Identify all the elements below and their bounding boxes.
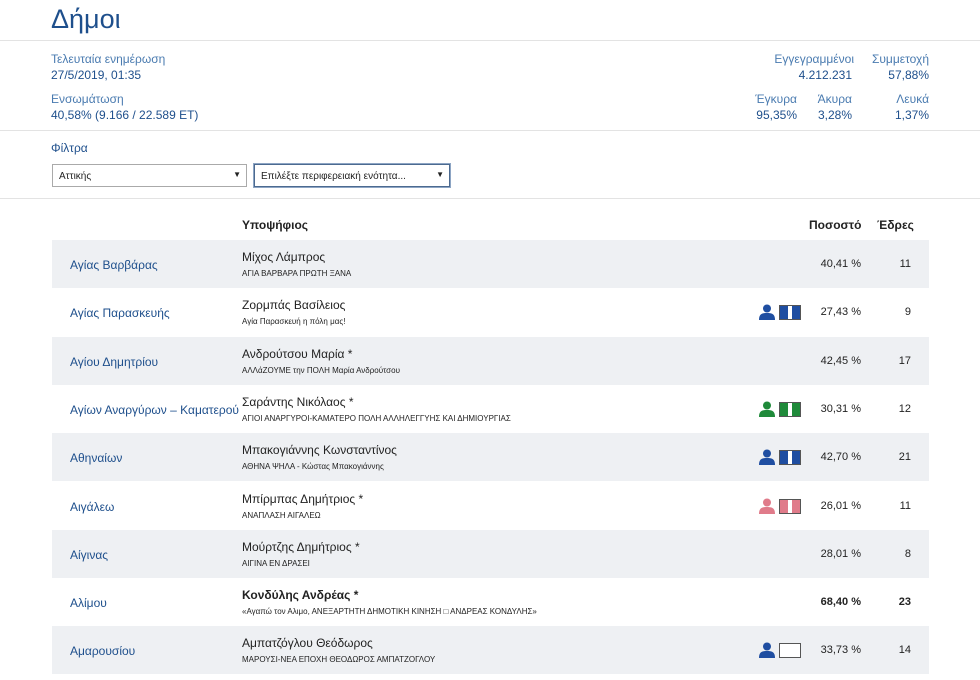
registered-label: Εγγεγραμμένοι [774,52,854,66]
valid-label: Έγκυρα [755,92,797,106]
party-flag-icon [779,498,801,514]
municipality-link[interactable]: Αλίμου [70,596,107,610]
table-row[interactable]: Αγίου Δημητρίου Ανδρούτσου Μαρία * ΑΛΛάΖΟΥ… [52,336,929,385]
seats-value: 17 [898,354,911,367]
party-name: ΜΑΡΟΥΣΙ-ΝΕΑ ΕΠΟΧΗ ΘΕΟΔΩΡΟΣ ΑΜΠΑΤΖΟΓΛΟΥ [242,655,436,665]
party-flag-icon [779,450,801,466]
blank-value: 1,37% [894,108,929,122]
last-update-value: 27/5/2019, 01:35 [51,68,142,82]
percent-value: 68,40 % [820,596,861,609]
table-row[interactable]: Αμαρουσίου Αμπατζόγλου Θεόδωρος ΜΑΡΟΥΣΙ-ΝΕ… [52,626,929,675]
candidate-name: Μίχος Λάμπρος [242,250,326,264]
divider [0,130,980,131]
party-name: ΑΙΓΙΝΑ ΕΝ ΔΡΑΣΕΙ [242,558,310,568]
party-name: «Αγαπώ τον Αλιμο, ΑΝΕΞΑΡΤΗΤΗ ΔΗΜΟΤΙΚΗ ΚΙ… [242,607,537,617]
candidate-name: Μπακογιάννης Κωνσταντίνος [242,443,397,458]
divider [0,198,980,199]
seats-value: 9 [904,306,911,319]
person-icon [759,401,775,417]
valid-value: 95,35% [756,108,797,122]
percent-value: 42,70 % [820,451,861,464]
party-flag-icon [779,401,801,417]
integration-label: Ενσωμάτωση [51,92,124,106]
person-icon [759,449,775,466]
municipality-link[interactable]: Αγίων Αναργύρων – Καματερού [70,403,239,417]
party-name: ΑΓΙΟΙ ΑΝΑΡΓΥΡΟΙ-ΚΑΜΑΤΕΡΟ ΠΟΛΗ ΑΛΛΗΛΕΓΓΥΗ… [242,413,511,423]
party-name: ΑΘΗΝΑ ΨΗΛΑ - Κώστας Μπακογιάννης [242,462,384,472]
candidate-name: Σαράντης Νικόλαος * [242,394,354,409]
column-header-seats: Έδρες [877,218,914,232]
candidate-name: Αμπατζόγλου Θεόδωρος [242,636,373,651]
table-row[interactable]: Αίγινας Μούρτζης Δημήτριος * ΑΙΓΙΝΑ ΕΝ ΔΡΑ… [52,529,929,578]
candidate-name: Κονδύλης Ανδρέας * [242,588,359,603]
candidate-name: Μούρτζης Δημήτριος * [242,539,360,554]
municipality-link[interactable]: Αγίου Δημητρίου [70,355,158,369]
candidate-name: Ανδρούτσου Μαρία * [242,346,353,361]
table-row[interactable]: Αθηναίων Μπακογιάννης Κωνσταντίνος ΑΘΗΝΑ Ψ… [52,433,929,482]
percent-value: 42,45 % [820,354,861,367]
seats-value: 23 [898,596,911,609]
column-header-candidate: Υποψήφιος [242,218,309,232]
seats-value: 11 [899,499,911,512]
region-select-value: Αττικής [59,171,92,182]
integration-value: 40,58% (9.166 / 22.589 ΕΤ) [51,108,199,122]
seats-value: 14 [898,644,911,657]
registered-value: 4.212.231 [798,68,852,82]
regional-unit-select[interactable]: Επιλέξτε περιφερειακή ενότητα... ▼ [254,164,450,187]
person-icon [759,498,775,514]
percent-value: 33,73 % [820,644,861,657]
candidate-name: Ζορμπάς Βασίλειος [242,298,346,313]
party-flag-icon [779,643,801,659]
invalid-label: Άκυρα [817,92,852,106]
party-name: ΑΝΑΠΛΑΣΗ ΑΙΓΑΛΕΩ [242,510,321,520]
percent-value: 26,01 % [820,499,861,512]
seats-value: 21 [898,451,911,464]
table-row[interactable]: Αιγάλεω Μπίρμπας Δημήτριος * ΑΝΑΠΛΑΣΗ ΑΙΓΑ… [52,482,929,530]
percent-value: 27,43 % [820,306,861,319]
seats-value: 8 [904,547,911,560]
turnout-value: 57,88% [888,68,929,82]
table-row[interactable]: Αγίας Παρασκευής Ζορμπάς Βασίλειος Αγία Πα… [52,288,929,336]
last-update-label: Τελευταία ενημέρωση [51,52,166,66]
table-row[interactable]: Αγίων Αναργύρων – Καματερού Σαράντης Νικό… [52,385,929,433]
party-name: Αγία Παρασκευή η πόλη μας! [242,317,346,327]
table-row[interactable]: Αλίμου Κονδύλης Ανδρέας * «Αγαπώ τον Αλιμο… [52,578,929,626]
municipality-link[interactable]: Αθηναίων [70,451,122,465]
regional-unit-select-value: Επιλέξτε περιφερειακή ενότητα... [261,171,406,182]
seats-value: 12 [898,402,911,415]
blank-label: Λευκά [896,92,929,106]
municipality-link[interactable]: Αγίας Παρασκευής [70,306,170,320]
invalid-value: 3,28% [817,108,852,122]
party-name: ΑΓΙΑ ΒΑΡΒΑΡΑ ΠΡΩΤΗ ΞΑΝΑ [242,269,352,278]
candidate-name: Μπίρμπας Δημήτριος * [242,491,364,506]
percent-value: 40,41 % [820,258,861,270]
turnout-label: Συμμετοχή [871,52,929,66]
person-icon [759,642,775,659]
divider [0,40,980,41]
municipality-link[interactable]: Αγίας Βαρβάρας [70,258,158,272]
party-name: ΑΛΛάΖΟΥΜΕ την ΠΟΛΗ Μαρία Ανδρούτσου [242,365,400,375]
municipality-link[interactable]: Αίγινας [70,548,108,562]
percent-value: 30,31 % [820,402,861,415]
percent-value: 28,01 % [820,547,861,560]
municipality-link[interactable]: Αιγάλεω [70,500,114,514]
filters-label: Φίλτρα [51,141,88,155]
dropdown-arrow-icon: ▼ [233,170,241,179]
page-title: Δήμοι [51,4,121,34]
table-row[interactable]: Αγίας Βαρβάρας Μίχος Λάμπρος ΑΓΙΑ ΒΑΡΒΑΡΑ … [52,240,929,288]
municipality-link[interactable]: Αμαρουσίου [70,644,135,658]
person-icon [759,304,775,321]
region-select[interactable]: Αττικής ▼ [52,164,247,187]
dropdown-arrow-icon: ▼ [436,170,444,179]
seats-value: 11 [899,258,911,270]
column-header-percent: Ποσοστό [809,218,862,232]
party-flag-icon [779,305,801,321]
